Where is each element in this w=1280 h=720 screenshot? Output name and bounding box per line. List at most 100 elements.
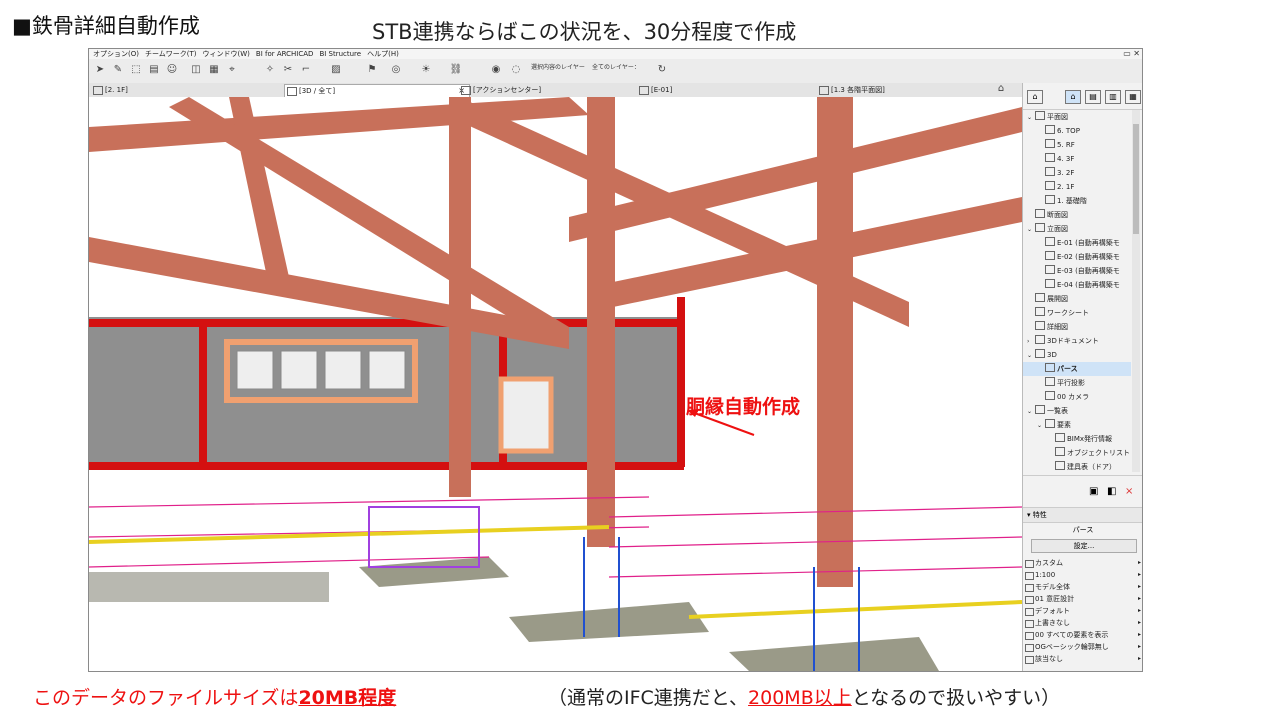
footing xyxy=(729,637,939,671)
tree-item[interactable]: 6. TOP xyxy=(1023,124,1131,138)
property-row[interactable]: カスタム ▸ xyxy=(1023,557,1142,569)
project-map-icon[interactable]: ⌂ xyxy=(1027,90,1043,104)
visibility-icon[interactable]: ◌ xyxy=(509,64,523,76)
tree-item[interactable]: 4. 3F xyxy=(1023,152,1131,166)
publisher-icon[interactable]: ▥ xyxy=(1105,90,1121,104)
tree-item[interactable]: ⌄ 要素 xyxy=(1023,418,1131,432)
tree-item[interactable]: 断面図 xyxy=(1023,208,1131,222)
view-icon[interactable]: ◎ xyxy=(389,64,403,76)
scrollbar-thumb[interactable] xyxy=(1133,124,1139,234)
chevron-icon[interactable]: › xyxy=(1027,335,1035,349)
tree-item[interactable]: オブジェクトリスト xyxy=(1023,446,1131,460)
camera-icon[interactable]: ◫ xyxy=(189,64,203,76)
tree-item[interactable]: E-03 (自動再構築モ xyxy=(1023,264,1131,278)
layer-selection-label[interactable]: 選択内容のレイヤー xyxy=(531,62,585,71)
view-icon xyxy=(1045,265,1055,274)
property-row[interactable]: OGベーシック輪郭無し ▸ xyxy=(1023,641,1142,653)
tree-item[interactable]: 5. RF xyxy=(1023,138,1131,152)
eye-icon[interactable]: ◉ xyxy=(489,64,503,76)
cut-icon[interactable]: ✂ xyxy=(281,64,295,76)
link-icon[interactable]: ⛓ xyxy=(449,64,463,76)
all-layers-label[interactable]: 全てのレイヤー： xyxy=(592,62,640,71)
tree-item[interactable]: 00 カメラ xyxy=(1023,390,1131,404)
chevron-icon[interactable]: ⌄ xyxy=(1037,419,1045,433)
view-icon xyxy=(1045,181,1055,190)
tab-action-center[interactable]: [アクションセンター] xyxy=(459,84,643,96)
tree-item-label: 6. TOP xyxy=(1057,127,1080,135)
person-icon[interactable]: ☺ xyxy=(165,64,179,76)
menu-item[interactable]: ウィンドウ(W) xyxy=(203,49,250,59)
property-row[interactable]: 1:100 ▸ xyxy=(1023,569,1142,581)
navigator-icon[interactable]: ⌂ xyxy=(994,83,1008,95)
property-row[interactable]: モデル全体 ▸ xyxy=(1023,581,1142,593)
tree-item[interactable]: BIMx発行情報 xyxy=(1023,432,1131,446)
window-controls[interactable]: ▭ ✕ xyxy=(1123,49,1140,59)
property-row[interactable]: 該当なし ▸ xyxy=(1023,653,1142,665)
menu-item[interactable]: ヘルプ(H) xyxy=(367,49,399,59)
clone-icon[interactable]: ◧ xyxy=(1107,486,1116,497)
tree-item[interactable]: E-02 (自動再構築モ xyxy=(1023,250,1131,264)
menu-item[interactable]: チームワーク(T) xyxy=(145,49,197,59)
pencil-icon[interactable]: ✎ xyxy=(111,64,125,76)
layers-icon[interactable]: ▤ xyxy=(147,64,161,76)
tree-item[interactable]: ⌄ 平面図 xyxy=(1023,110,1131,124)
tree-item[interactable]: 1. 基礎階 xyxy=(1023,194,1131,208)
chevron-icon[interactable]: ⌄ xyxy=(1027,223,1035,237)
property-row[interactable]: デフォルト ▸ xyxy=(1023,605,1142,617)
tab-1f[interactable]: [2. 1F] xyxy=(91,84,295,96)
menu-item[interactable]: BI Structure xyxy=(319,49,361,59)
menu-item[interactable]: オプション(O) xyxy=(93,49,139,59)
property-row[interactable]: 上書きなし ▸ xyxy=(1023,617,1142,629)
layout-book-icon[interactable]: ▤ xyxy=(1085,90,1101,104)
3d-viewport[interactable] xyxy=(89,97,1022,671)
tree-item[interactable]: ⌄ 立面図 xyxy=(1023,222,1131,236)
chevron-icon[interactable]: ⌄ xyxy=(1027,111,1035,125)
magic-wand-icon[interactable]: ✧ xyxy=(263,64,277,76)
grid-icon[interactable]: ▦ xyxy=(207,64,221,76)
property-icon xyxy=(1025,608,1034,616)
settings-button[interactable]: 設定... xyxy=(1031,539,1137,553)
properties-header[interactable]: ▾ 特性 xyxy=(1023,507,1142,523)
tree-item[interactable]: › 3Dドキュメント xyxy=(1023,334,1131,348)
tree-item[interactable]: 展開図 xyxy=(1023,292,1131,306)
tree-item[interactable]: E-01 (自動再構築モ xyxy=(1023,236,1131,250)
navigator-scrollbar[interactable] xyxy=(1132,110,1140,472)
tree-item[interactable]: 詳細図 xyxy=(1023,320,1131,334)
snap-icon[interactable]: ⌖ xyxy=(225,64,239,76)
tab-e01[interactable]: [E-01] xyxy=(637,84,831,96)
property-row[interactable]: 01 意匠設計 ▸ xyxy=(1023,593,1142,605)
trim-icon[interactable]: ⌐ xyxy=(299,64,313,76)
tree-item-label: 3D xyxy=(1047,351,1057,359)
tree-item[interactable]: ワークシート xyxy=(1023,306,1131,320)
select-icon[interactable]: ⬚ xyxy=(129,64,143,76)
tab-floor-plans[interactable]: [1.3 各階平面図] xyxy=(817,84,1001,96)
arrow-icon[interactable]: ➤ xyxy=(93,64,107,76)
property-label: 00 すべての要素を表示 xyxy=(1035,631,1109,639)
tree-item-label: 一覧表 xyxy=(1047,407,1068,415)
chevron-icon[interactable]: ⌄ xyxy=(1027,349,1035,363)
new-view-icon[interactable]: ▣ xyxy=(1089,486,1098,497)
tree-item[interactable]: 平行投影 xyxy=(1023,376,1131,390)
delete-icon[interactable]: × xyxy=(1125,486,1133,497)
redo-icon[interactable]: ↻ xyxy=(655,64,669,76)
tree-item[interactable]: 3. 2F xyxy=(1023,166,1131,180)
view-map-icon[interactable]: ⌂ xyxy=(1065,90,1081,104)
tree-item[interactable]: E-04 (自動再構築モ xyxy=(1023,278,1131,292)
tree-item[interactable]: 建具表（ドア） xyxy=(1023,460,1131,472)
chevron-icon[interactable]: ⌄ xyxy=(1027,405,1035,419)
tree-item[interactable]: パース xyxy=(1023,362,1131,376)
tree-item[interactable]: ⌄ 3D xyxy=(1023,348,1131,362)
organizer-icon[interactable]: ▦ xyxy=(1125,90,1141,104)
view-icon xyxy=(1055,461,1065,470)
tab-3d[interactable]: [3D / 全て] × xyxy=(284,84,470,97)
view-icon xyxy=(1035,349,1045,358)
fill-icon[interactable]: ▨ xyxy=(329,64,343,76)
tree-item[interactable]: ⌄ 一覧表 xyxy=(1023,404,1131,418)
render-icon[interactable]: ☀ xyxy=(419,64,433,76)
submenu-arrow-icon: ▸ xyxy=(1137,607,1141,614)
property-label: 上書きなし xyxy=(1035,619,1070,627)
property-row[interactable]: 00 すべての要素を表示 ▸ xyxy=(1023,629,1142,641)
menu-item[interactable]: BI for ARCHICAD xyxy=(256,49,314,59)
flag-icon[interactable]: ⚑ xyxy=(365,64,379,76)
tree-item[interactable]: 2. 1F xyxy=(1023,180,1131,194)
